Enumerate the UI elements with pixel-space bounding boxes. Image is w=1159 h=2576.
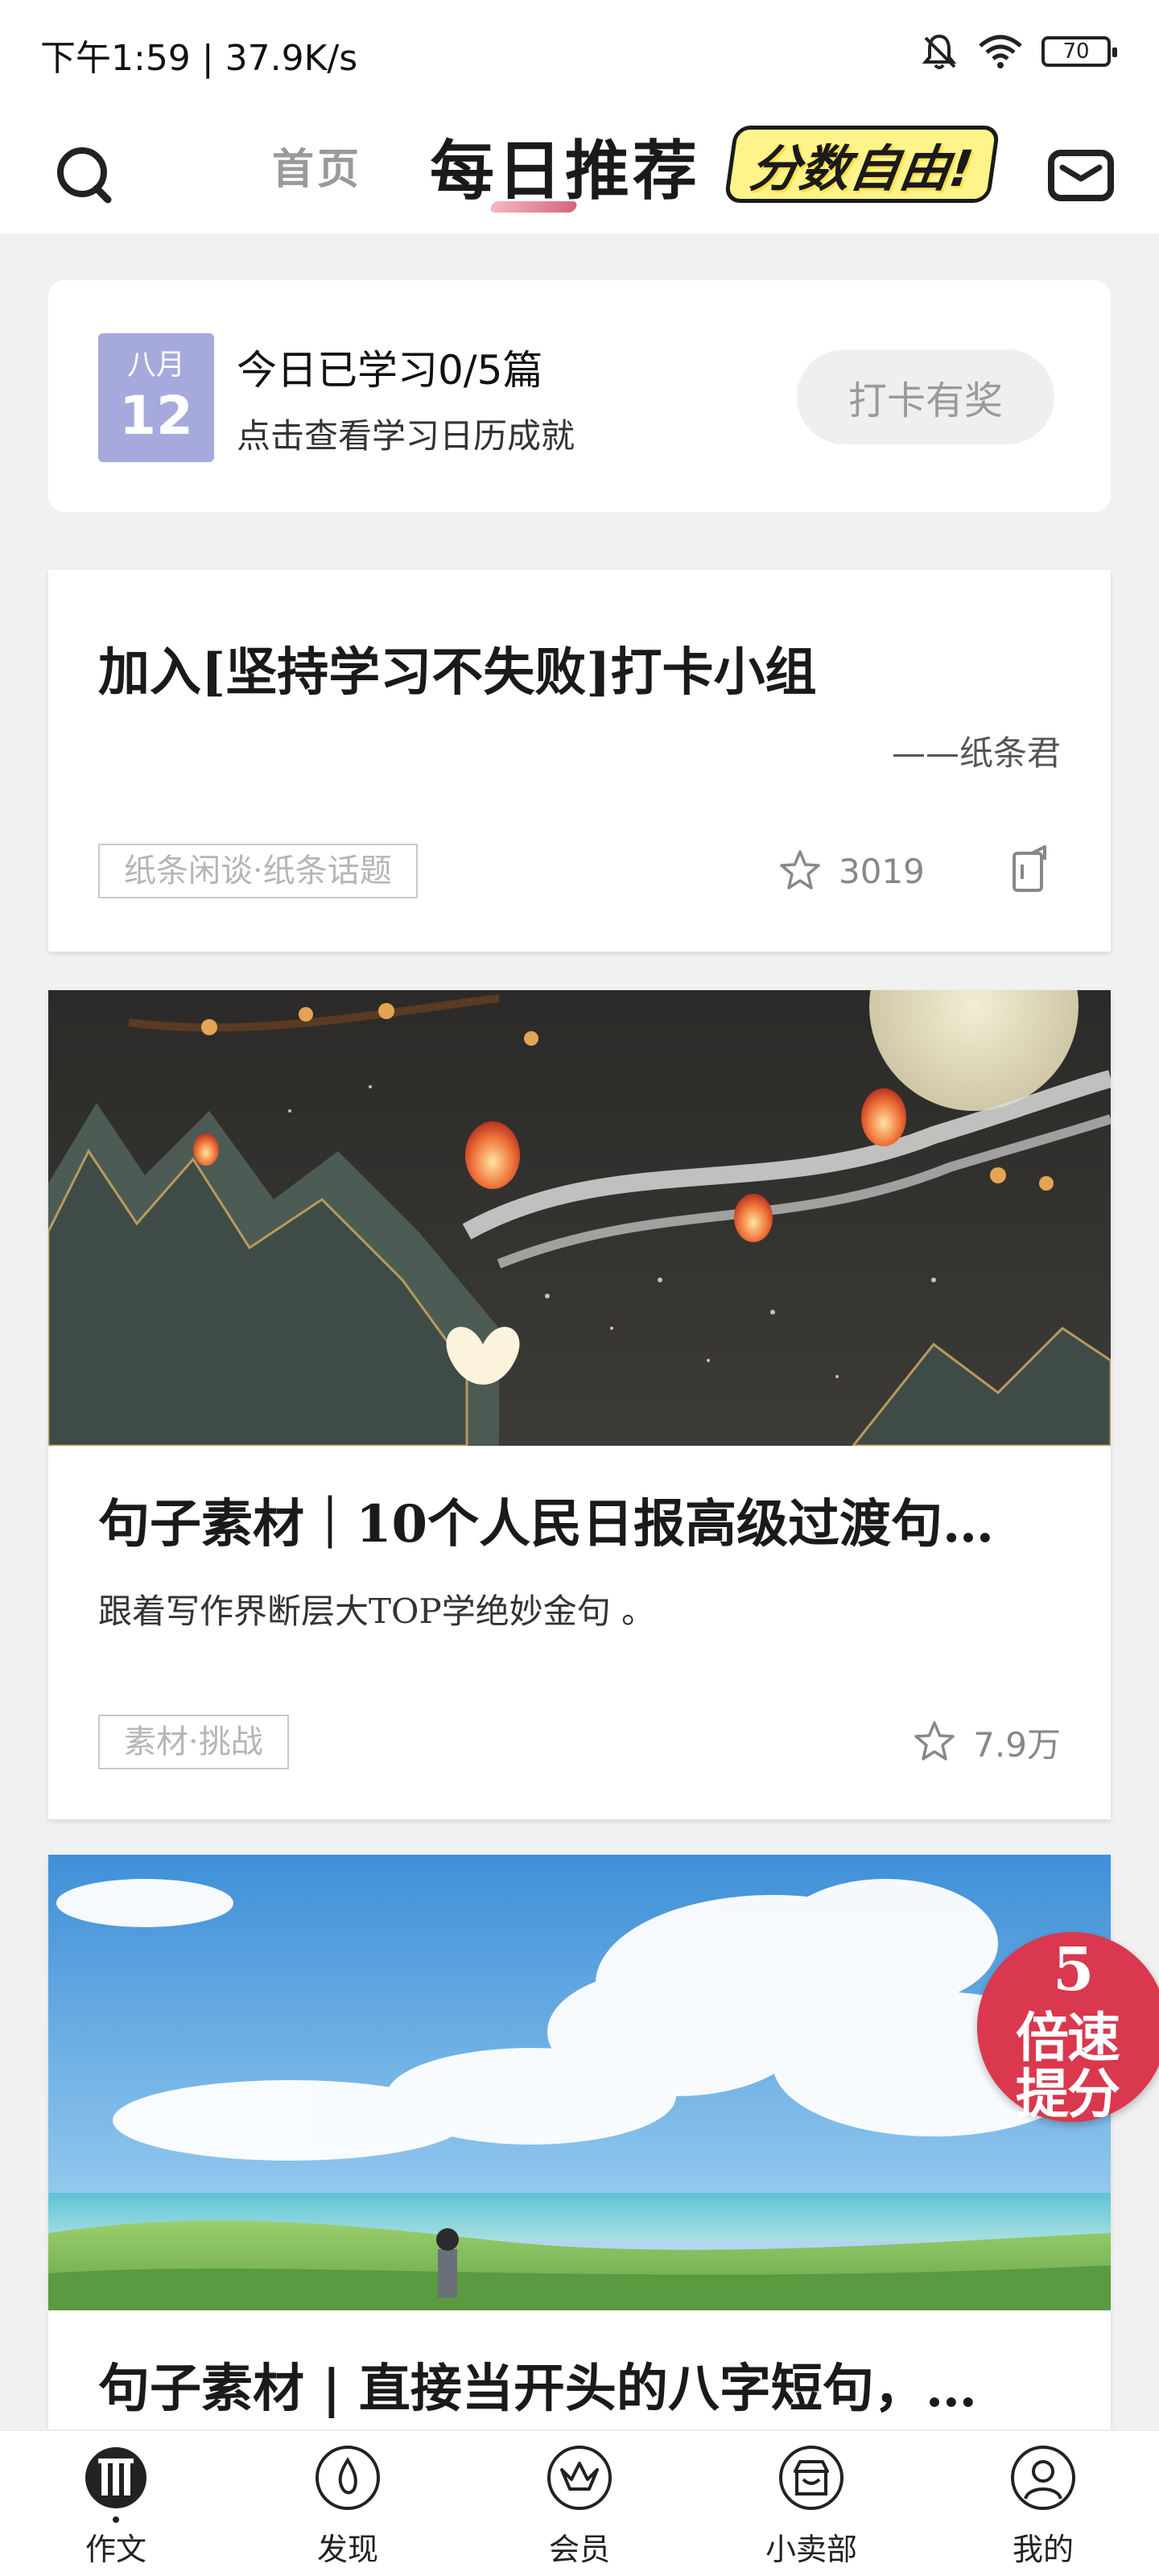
speed-boost-line2: 提分 [1016,2062,1120,2125]
article-description: 跟着写作界断层大TOP学绝妙金句 。 [98,1591,656,1631]
member-crown-icon [547,2446,612,2510]
article-tag[interactable]: 素材·挑战 [98,1715,289,1769]
tab-home[interactable]: 首页 [272,135,362,196]
star-count-value: 3019 [839,851,925,891]
article-title: 句子素材｜10个人民日报高级过渡句… [98,1494,995,1554]
mute-bell-icon [922,34,957,69]
checkin-progress: 今日已学习0/5篇 [237,347,543,394]
speed-boost-badge[interactable]: 5 倍速 提分 [977,1932,1159,2125]
battery-icon: 70 [1041,36,1117,67]
article-title: 加入[坚持学习不失败]打卡小组 [98,642,817,703]
status-bar: 下午1:59 | 37.9K/s 70 [0,0,1159,105]
essay-icon [85,2447,146,2508]
active-tab-indicator [489,201,579,213]
mail-icon[interactable] [1046,140,1116,209]
star-icon [780,850,820,890]
tab-daily-recommend[interactable]: 每日推荐 [430,119,700,213]
nav-item-profile[interactable]: 我的 [927,2431,1159,2576]
battery-level: 70 [1062,39,1090,64]
night-lantern-illustration [48,990,1111,1446]
nav-label: 作文 [85,2532,146,2567]
checkin-subtitle: 点击查看学习日历成就 [237,416,575,456]
article-cover-image [48,1855,1111,2310]
nav-label: 我的 [1012,2532,1074,2567]
nav-label: 小卖部 [765,2532,857,2567]
article-card[interactable]: 加入[坚持学习不失败]打卡小组 ——纸条君 纸条闲谈·纸条话题 3019 [48,570,1111,952]
girl-figure [436,2228,459,2297]
article-cover-image [48,990,1111,1446]
status-time: 下午1:59 | 37.9K/s [40,38,358,79]
profile-icon [1011,2446,1075,2510]
active-indicator [113,2516,119,2523]
search-icon[interactable] [48,137,121,209]
top-nav: 首页 每日推荐 分数自由! [0,105,1159,233]
nav-label: 发现 [316,2532,378,2567]
share-icon[interactable] [1003,844,1058,898]
article-card[interactable]: 句子素材｜10个人民日报高级过渡句… 跟着写作界断层大TOP学绝妙金句 。 素材… [48,990,1111,1819]
nav-item-member[interactable]: 会员 [464,2431,695,2576]
nav-label: 会员 [548,2532,610,2567]
star-count[interactable]: 7.9万 [910,1713,1061,1771]
wifi-icon [979,35,1022,68]
discover-icon [316,2446,380,2510]
status-icons: 70 [919,29,1117,74]
shop-icon [779,2446,843,2510]
article-author: ——纸条君 [891,733,1061,773]
seaside-sky-illustration [48,1855,1111,2310]
star-count-value: 7.9万 [973,1724,1061,1765]
nav-item-discover[interactable]: 发现 [232,2431,464,2576]
checkin-reward-button[interactable]: 打卡有奖 [797,349,1054,444]
calendar-badge: 八月 12 [98,333,214,462]
star-icon [914,1721,955,1761]
nav-item-shop[interactable]: 小卖部 [695,2431,927,2576]
bottom-nav: 作文 发现 会员 小卖部 我的 [0,2429,1159,2576]
calendar-month: 八月 [126,349,185,382]
star-count[interactable]: 3019 [776,842,925,900]
checkin-card[interactable]: 八月 12 今日已学习0/5篇 点击查看学习日历成就 打卡有奖 [48,280,1111,512]
calendar-day: 12 [119,385,193,447]
article-title: 句子素材 | 直接当开头的八字短句，… [98,2359,977,2419]
promo-badge[interactable]: 分数自由! [724,126,1000,203]
article-tag[interactable]: 纸条闲谈·纸条话题 [98,844,418,898]
nav-item-essay[interactable]: 作文 [0,2431,232,2576]
